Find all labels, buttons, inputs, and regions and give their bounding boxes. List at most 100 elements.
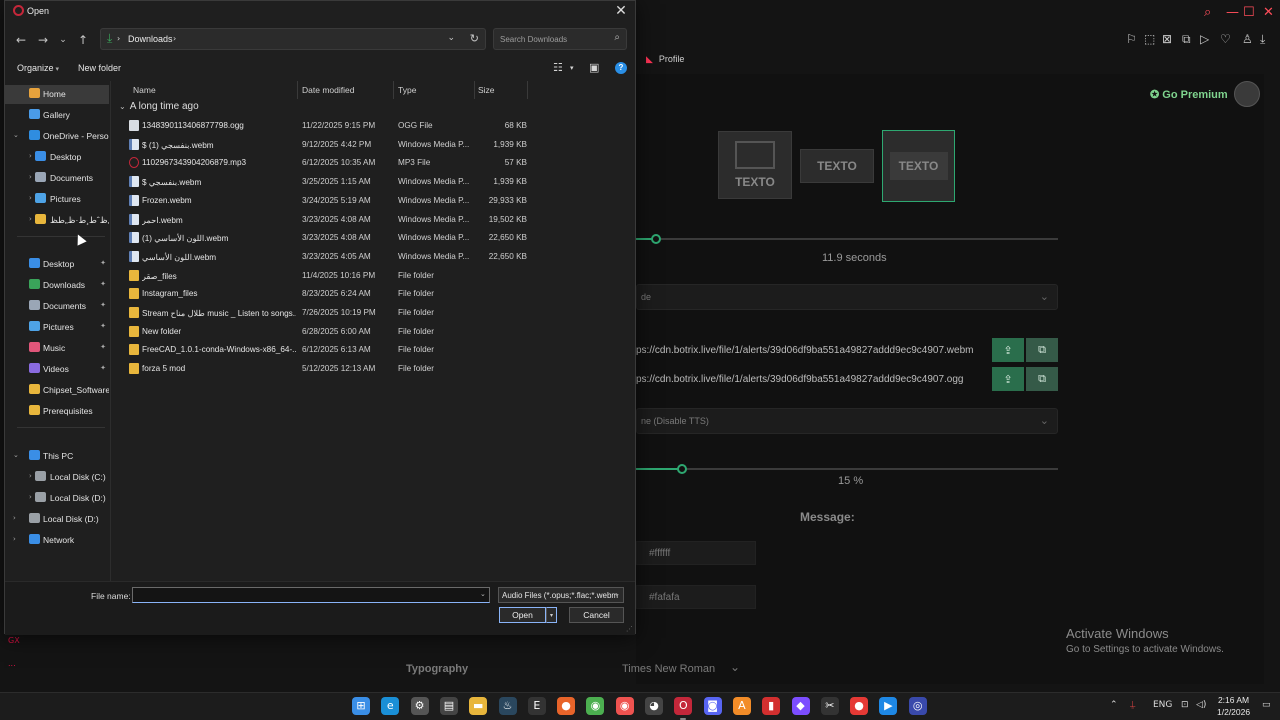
- back-arrow-icon[interactable]: ←: [13, 31, 29, 49]
- up-arrow-icon[interactable]: ↑: [75, 31, 91, 49]
- duration-slider-handle[interactable]: [651, 234, 661, 244]
- preview-pane-icon[interactable]: ▣: [589, 61, 599, 74]
- nav-item[interactable]: › Network: [5, 531, 109, 550]
- recent-locations-icon[interactable]: ⌄: [55, 31, 71, 49]
- taskbar-epic-icon[interactable]: E: [527, 697, 546, 715]
- taskbar-steam-icon[interactable]: ♨: [498, 697, 517, 715]
- breadcrumb-separator[interactable]: ›: [117, 34, 120, 43]
- microphone-icon[interactable]: ⍊: [1130, 700, 1135, 710]
- resize-grip-icon[interactable]: ⋰: [626, 625, 633, 633]
- taskbar-file-explorer-icon[interactable]: ▬: [469, 697, 488, 715]
- avatar[interactable]: [1234, 81, 1260, 107]
- column-header-date[interactable]: Date modified: [302, 81, 388, 99]
- expand-chevron-icon[interactable]: ⌄: [13, 451, 19, 459]
- forward-arrow-icon[interactable]: →: [35, 31, 51, 49]
- expand-chevron-icon[interactable]: ›: [29, 493, 32, 501]
- expand-chevron-icon[interactable]: ›: [29, 472, 32, 480]
- file-row[interactable]: 1348390113406877798.ogg 11/22/2025 9:15 P…: [121, 117, 527, 135]
- taskbar-edge-icon[interactable]: e: [381, 697, 400, 715]
- taskbar-github-icon[interactable]: ◕: [645, 697, 663, 715]
- file-row[interactable]: اللون الأساسي (1).webm 3/23/2025 4:08 AM W…: [121, 229, 527, 247]
- expand-chevron-icon[interactable]: ›: [13, 514, 16, 522]
- file-row[interactable]: احمر.webm 3/23/2025 4:08 AM Windows Media …: [121, 211, 527, 229]
- volume-slider-track[interactable]: [636, 468, 1058, 470]
- close-button[interactable]: ✕: [613, 3, 629, 19]
- taskbar-settings-icon[interactable]: ⚙: [410, 697, 429, 715]
- organize-button[interactable]: Organize ▾: [17, 63, 59, 73]
- layout-thumbnail-2[interactable]: TEXTO: [800, 149, 874, 183]
- more-icon[interactable]: ...: [8, 659, 30, 668]
- taskbar-opera-gx-icon[interactable]: O: [674, 697, 693, 720]
- file-name-input[interactable]: [132, 587, 490, 603]
- account-icon[interactable]: ♙: [1242, 32, 1253, 46]
- file-row[interactable]: Frozen.webm 3/24/2025 5:19 AM Windows Medi…: [121, 192, 527, 210]
- taskbar-store-icon[interactable]: ▤: [439, 697, 458, 715]
- notifications-icon[interactable]: ▭: [1262, 700, 1271, 710]
- download-icon[interactable]: ⤓: [1260, 32, 1265, 47]
- view-options-icon[interactable]: ☷: [553, 61, 563, 74]
- nav-item[interactable]: ⌄ This PC: [5, 447, 109, 466]
- block-icon[interactable]: ⊠: [1162, 32, 1172, 46]
- file-row[interactable]: اللون الأساسي.webm 3/23/2025 4:05 AM Windo…: [121, 248, 527, 266]
- duration-slider-track[interactable]: [636, 238, 1058, 240]
- taskbar-app-diamond-icon[interactable]: ◆: [791, 697, 810, 715]
- taskbar-app-a-icon[interactable]: A: [732, 697, 751, 715]
- layout-thumbnail-3[interactable]: TEXTO: [882, 130, 955, 202]
- menu-icon[interactable]: ⋮: [1276, 32, 1280, 46]
- nav-item[interactable]: Music ✦: [5, 339, 109, 358]
- nav-item[interactable]: › Pictures: [5, 190, 109, 209]
- expand-chevron-icon[interactable]: ›: [13, 535, 16, 543]
- cancel-button[interactable]: Cancel: [569, 607, 624, 623]
- file-row[interactable]: $ بنفسجي.webm 3/25/2025 1:15 AM Windows Me…: [121, 173, 527, 191]
- dialog-title-bar[interactable]: Open ✕: [5, 1, 635, 23]
- chevron-down-icon[interactable]: ⌄: [447, 33, 455, 43]
- breadcrumb[interactable]: Downloads: [128, 34, 173, 44]
- language-indicator[interactable]: ENG: [1153, 700, 1172, 710]
- nav-item[interactable]: Desktop ✦: [5, 255, 109, 274]
- screenshot-icon[interactable]: ⬚: [1144, 32, 1155, 46]
- help-icon[interactable]: ?: [615, 62, 627, 74]
- nav-item[interactable]: › Desktop: [5, 148, 109, 167]
- taskbar-capcut-icon[interactable]: ✂: [820, 697, 839, 715]
- file-row[interactable]: forza 5 mod 5/12/2025 12:13 AM File folder: [121, 360, 527, 378]
- clock[interactable]: 2:16 AM 1/2/2026: [1217, 694, 1250, 718]
- nav-item[interactable]: Prerequisites: [5, 402, 109, 421]
- nav-item[interactable]: › Local Disk (D:): [5, 489, 109, 508]
- column-divider[interactable]: [527, 81, 528, 99]
- nav-item[interactable]: ⌄ OneDrive - Persona: [5, 127, 109, 146]
- nav-item[interactable]: Documents ✦: [5, 297, 109, 316]
- nav-item[interactable]: Downloads ✦: [5, 276, 109, 295]
- file-row[interactable]: Stream طلال مناح music _ Listen to songs…: [121, 304, 527, 322]
- nav-item[interactable]: › Local Disk (D:): [5, 510, 109, 529]
- expand-chevron-icon[interactable]: ›: [29, 152, 32, 160]
- taskbar-app-orange-icon[interactable]: ●: [557, 697, 576, 715]
- column-header-size[interactable]: Size: [478, 81, 526, 99]
- volume-slider-handle[interactable]: [677, 464, 687, 474]
- upload-ogg-button[interactable]: ⇪: [992, 367, 1024, 391]
- chevron-down-icon[interactable]: ⌄: [480, 590, 486, 598]
- file-row[interactable]: صقر_files 11/4/2025 10:16 PM File folder: [121, 267, 527, 285]
- font-select-value[interactable]: Times New Roman: [622, 663, 715, 675]
- play-icon[interactable]: ▷: [1200, 32, 1209, 46]
- share-icon[interactable]: ⧉: [1182, 32, 1191, 47]
- refresh-icon[interactable]: ↻: [470, 32, 479, 45]
- taskbar-app-rec-icon[interactable]: ●: [850, 697, 869, 715]
- breadcrumb-separator[interactable]: ›: [173, 34, 176, 43]
- nav-item[interactable]: Chipset_Software: [5, 381, 109, 400]
- nav-item[interactable]: › ط¹ظ„ظˆط¸ط·ظ„طظ: [5, 211, 109, 230]
- chevron-down-icon[interactable]: ▾: [570, 64, 574, 72]
- volume-icon[interactable]: ◁): [1196, 700, 1206, 710]
- tts-select[interactable]: ne (Disable TTS) ⌄: [636, 408, 1058, 434]
- column-divider[interactable]: [393, 81, 394, 99]
- nav-item[interactable]: Videos ✦: [5, 360, 109, 379]
- new-folder-button[interactable]: New folder: [78, 63, 121, 73]
- show-hidden-icons-icon[interactable]: ⌃: [1110, 700, 1118, 710]
- file-row[interactable]: 1102967343904206879.mp3 6/12/2025 10:35 A…: [121, 154, 527, 172]
- animation-select[interactable]: de ⌄: [636, 284, 1058, 310]
- close-icon[interactable]: ✕: [1263, 5, 1274, 20]
- taskbar-app-red-icon[interactable]: ▮: [762, 697, 781, 715]
- gallery-ogg-button[interactable]: ⧉: [1026, 367, 1058, 391]
- file-type-filter-select[interactable]: Audio Files (*.opus;*.flac;*.webm ⌄: [498, 587, 624, 603]
- upload-webm-button[interactable]: ⇪: [992, 338, 1024, 362]
- nav-item[interactable]: Home: [5, 85, 109, 104]
